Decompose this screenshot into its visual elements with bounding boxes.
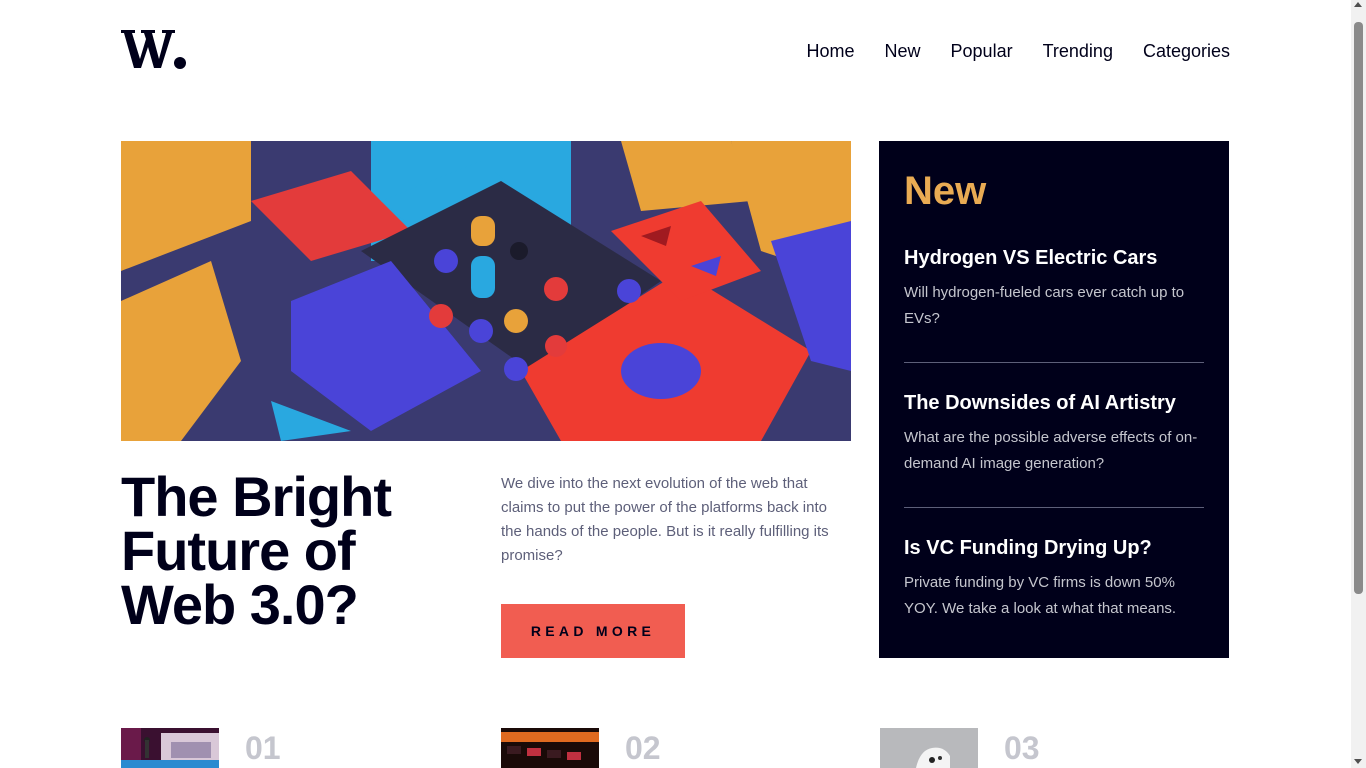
hero-title: The Bright Future of Web 3.0?	[121, 465, 392, 636]
news-item-title[interactable]: The Downsides of AI Artistry	[904, 391, 1204, 415]
page-scrollbar[interactable]	[1351, 0, 1366, 768]
read-more-button[interactable]: READ MORE	[501, 604, 685, 658]
news-item-title[interactable]: Hydrogen VS Electric Cars	[904, 246, 1204, 270]
nav-popular[interactable]: Popular	[951, 40, 1013, 62]
news-item-text: Will hydrogen-fueled cars ever catch up …	[904, 284, 1185, 327]
news-item: The Downsides of AI Artistry What are th…	[904, 363, 1204, 508]
news-item: Is VC Funding Drying Up? Private funding…	[904, 508, 1204, 652]
new-articles-panel: New Hydrogen VS Electric Cars Will hydro…	[879, 141, 1229, 658]
scroll-thumb[interactable]	[1354, 22, 1363, 594]
trending-number: 03	[1004, 730, 1040, 766]
trending-item[interactable]: 01	[121, 728, 281, 768]
trending-number: 02	[625, 730, 661, 766]
news-item-text: What are the possible adverse effects of…	[904, 429, 1198, 472]
news-item-title[interactable]: Is VC Funding Drying Up?	[904, 536, 1204, 560]
hero-image	[121, 141, 851, 441]
trending-number: 01	[245, 730, 281, 766]
nav-trending[interactable]: Trending	[1043, 40, 1113, 62]
scroll-down-arrow-icon[interactable]	[1354, 759, 1362, 764]
site-logo[interactable]	[121, 27, 187, 71]
trending-thumbnail[interactable]	[121, 728, 219, 768]
hero-description: We dive into the next evolution of the w…	[501, 475, 829, 564]
nav-home[interactable]: Home	[807, 40, 855, 62]
news-item-text: Private funding by VC firms is down 50% …	[904, 574, 1177, 617]
nav-new[interactable]: New	[885, 40, 921, 62]
trending-thumbnail[interactable]	[501, 728, 599, 768]
trending-item[interactable]: 02	[501, 728, 661, 768]
scroll-up-arrow-icon[interactable]	[1354, 2, 1362, 7]
site-header: Home New Popular Trending Categories	[121, 0, 1230, 100]
main-nav: Home New Popular Trending Categories	[807, 40, 1231, 62]
trending-row: 01 02 03	[0, 728, 1366, 768]
new-panel-title: New	[904, 169, 987, 213]
news-item: Hydrogen VS Electric Cars Will hydrogen-…	[904, 215, 1204, 363]
trending-item[interactable]: 03	[880, 728, 1040, 768]
nav-categories[interactable]: Categories	[1143, 40, 1230, 62]
trending-thumbnail[interactable]	[880, 728, 978, 768]
